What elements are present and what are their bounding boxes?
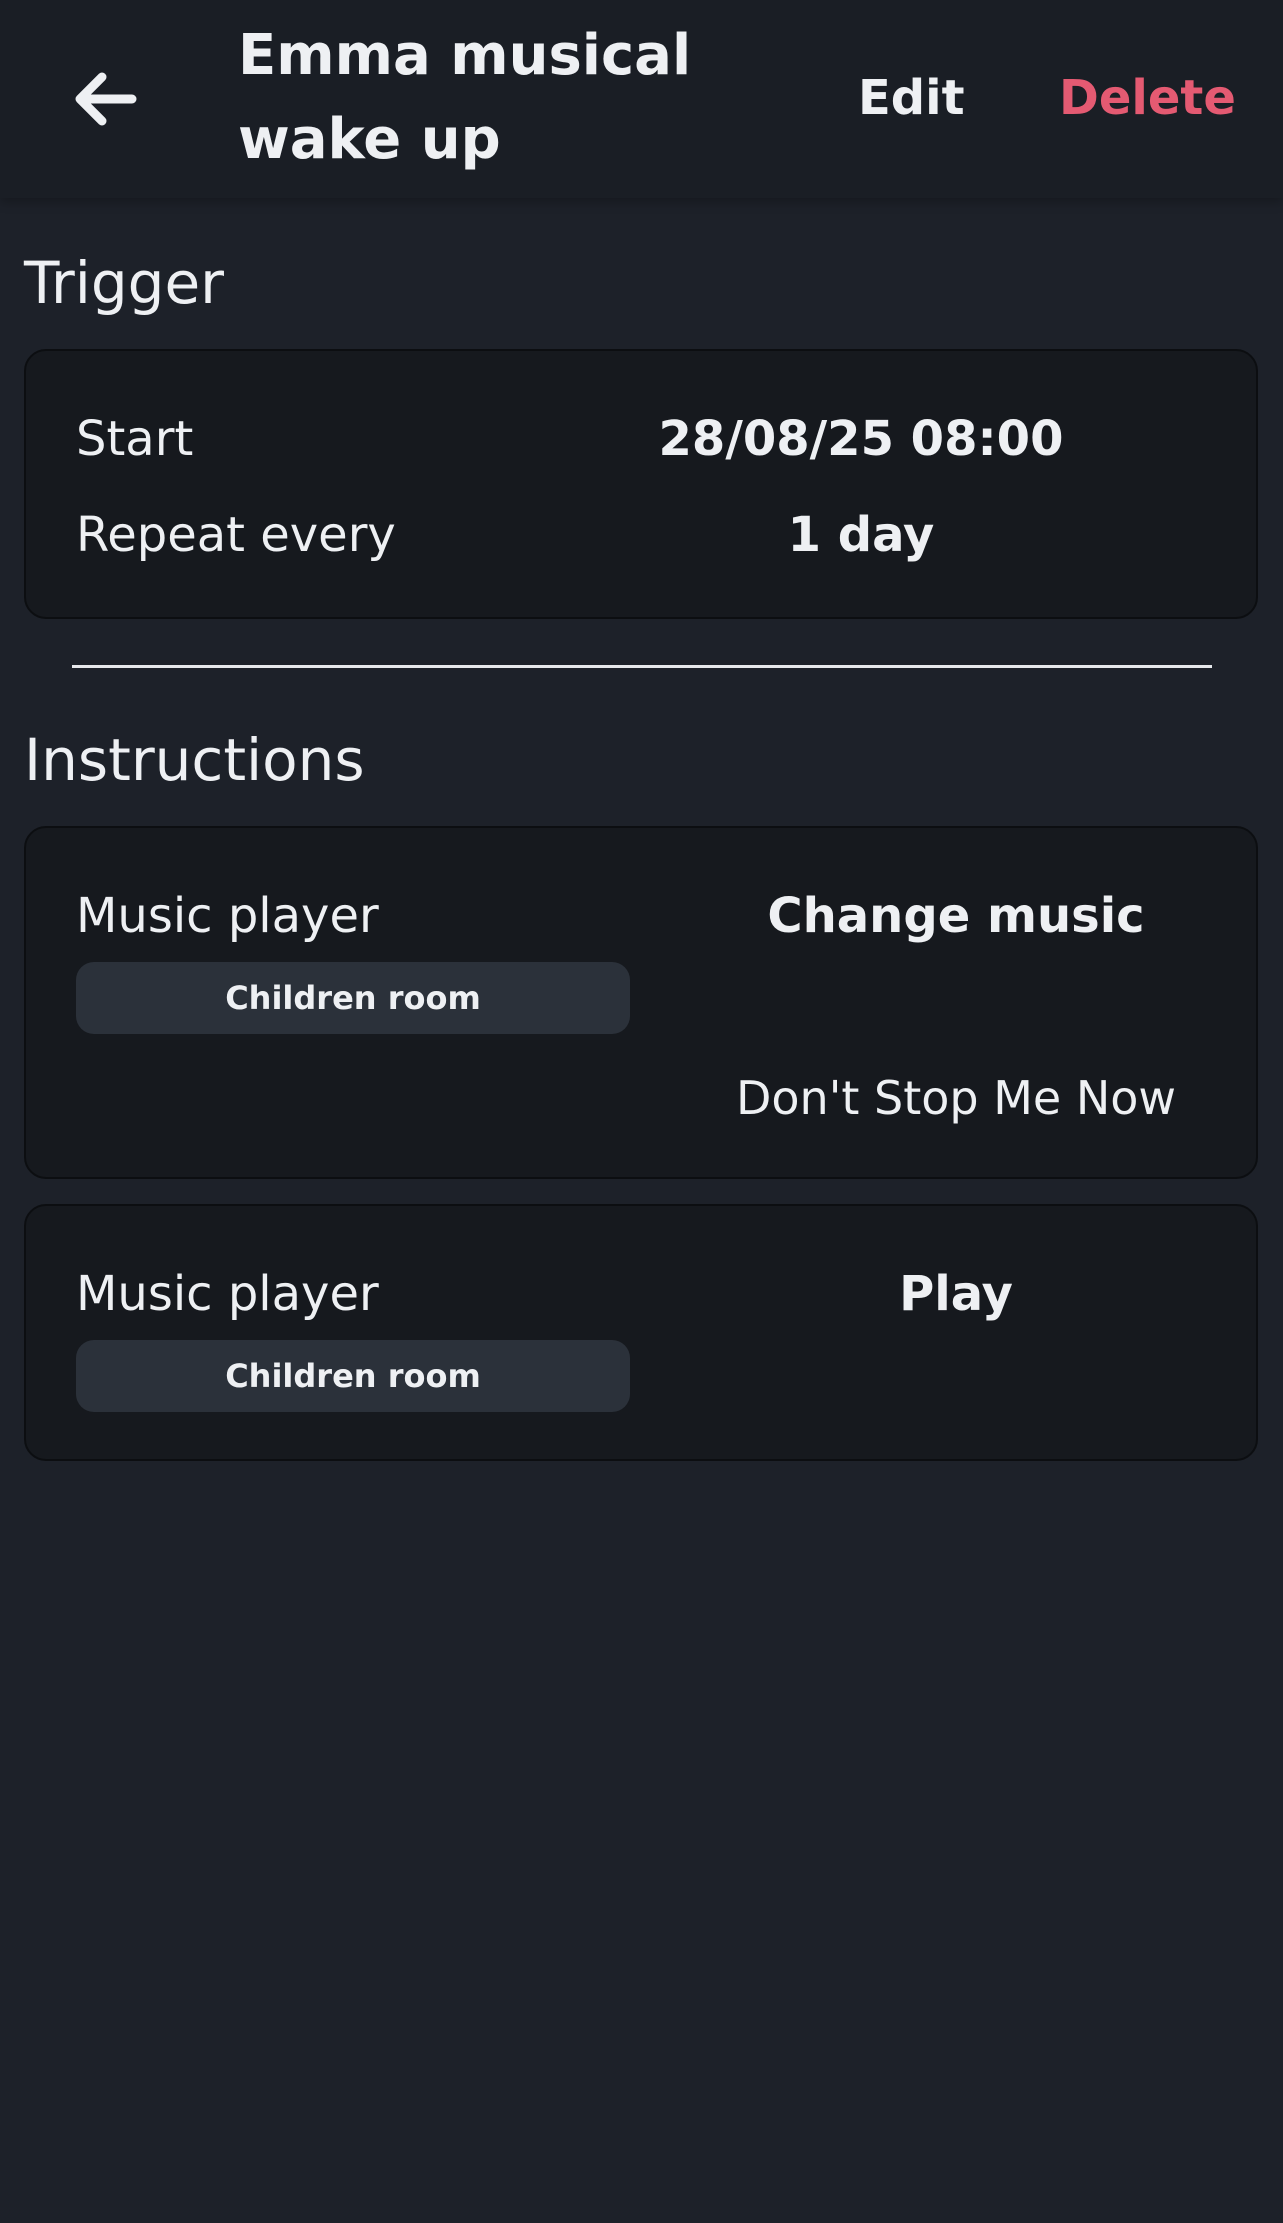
page-title: Emma musical wake up: [238, 23, 692, 172]
trigger-section-title: Trigger: [24, 249, 225, 317]
delete-button[interactable]: Delete: [1059, 62, 1236, 134]
room-chip[interactable]: Children room: [76, 962, 630, 1034]
trigger-card: Start 28/08/25 08:00 Repeat every 1 day: [24, 349, 1258, 619]
action-label: Change music: [767, 888, 1145, 944]
repeat-value: 1 day: [787, 507, 935, 563]
device-label: Music player: [76, 888, 379, 944]
section-divider: [72, 665, 1212, 668]
track-name: Don't Stop Me Now: [735, 1071, 1176, 1125]
start-label: Start: [76, 411, 194, 467]
room-chip[interactable]: Children room: [76, 1340, 630, 1412]
instruction-card[interactable]: Music player Children room Play: [24, 1204, 1258, 1461]
instruction-card[interactable]: Music player Children room Change music …: [24, 826, 1258, 1179]
action-label: Play: [899, 1266, 1013, 1322]
start-value: 28/08/25 08:00: [658, 411, 1064, 467]
app-header: Emma musical wake up Edit Delete: [0, 0, 1283, 198]
edit-button[interactable]: Edit: [858, 62, 965, 134]
arrow-left-icon: [75, 72, 137, 126]
back-button[interactable]: [62, 56, 148, 142]
repeat-label: Repeat every: [76, 507, 396, 563]
device-label: Music player: [76, 1266, 379, 1322]
instructions-section-title: Instructions: [24, 726, 365, 794]
